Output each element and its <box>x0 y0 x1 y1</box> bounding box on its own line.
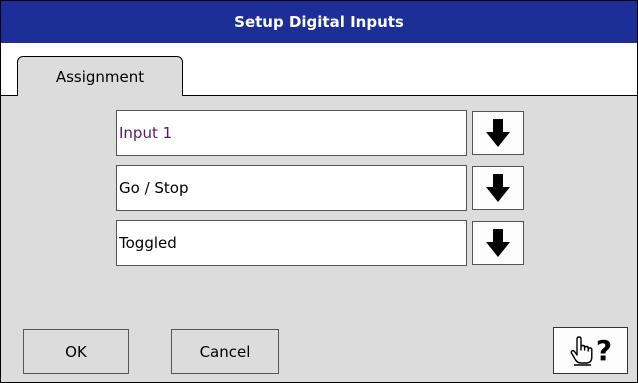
window-title: Setup Digital Inputs <box>234 13 404 31</box>
ok-button[interactable]: OK <box>23 329 129 374</box>
input-select-field[interactable]: Input 1 <box>116 110 467 156</box>
mode-select-dropdown-button[interactable] <box>472 221 524 265</box>
question-mark-icon: ? <box>595 333 613 367</box>
input-select-value: Input 1 <box>119 124 173 142</box>
function-select-field[interactable]: Go / Stop <box>116 165 467 211</box>
hand-pointer-icon <box>570 335 593 366</box>
function-select-dropdown-button[interactable] <box>472 166 524 210</box>
dialog-window: Setup Digital Inputs Assignment Input 1 … <box>0 0 638 383</box>
mode-select-field[interactable]: Toggled <box>116 220 467 266</box>
arrow-down-icon <box>486 174 510 202</box>
arrow-down-icon <box>486 119 510 147</box>
title-bar: Setup Digital Inputs <box>1 1 637 43</box>
mode-select-value: Toggled <box>119 234 177 252</box>
tab-label: Assignment <box>55 67 145 86</box>
ok-button-label: OK <box>65 342 87 361</box>
cancel-button[interactable]: Cancel <box>171 329 279 374</box>
function-select-value: Go / Stop <box>119 179 189 197</box>
tab-assignment[interactable]: Assignment <box>17 56 183 96</box>
arrow-down-icon <box>486 229 510 257</box>
input-select-dropdown-button[interactable] <box>472 111 524 155</box>
cancel-button-label: Cancel <box>199 342 251 361</box>
help-button[interactable]: ? <box>553 327 628 374</box>
